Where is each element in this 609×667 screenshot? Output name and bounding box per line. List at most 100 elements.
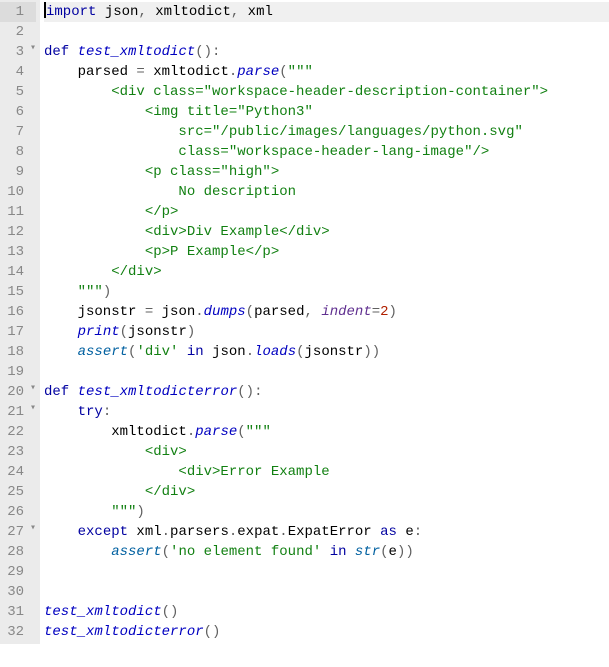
line-number: 2 [0, 22, 36, 42]
code-line[interactable]: <div class="workspace-header-description… [44, 82, 609, 102]
code-editor[interactable]: 123▾4567891011121314151617181920▾21▾2223… [0, 0, 609, 644]
code-line[interactable]: assert('div' in json.loads(jsonstr)) [44, 342, 609, 362]
token-builtin: str [355, 544, 380, 560]
code-line[interactable]: print(jsonstr) [44, 322, 609, 342]
token-op: ( [296, 344, 304, 360]
line-number: 28 [0, 542, 36, 562]
token-name: xml [128, 524, 162, 540]
code-line[interactable]: import json, xmltodict, xml [44, 2, 609, 22]
code-line[interactable]: def test_xmltodict(): [44, 42, 609, 62]
code-line[interactable]: <img title="Python3" [44, 102, 609, 122]
token-str: """ [288, 64, 313, 80]
code-line[interactable]: src="/public/images/languages/python.svg… [44, 122, 609, 142]
code-line[interactable]: """) [44, 282, 609, 302]
fold-open-icon[interactable]: ▾ [26, 384, 36, 394]
token-name: jsonstr [44, 304, 145, 320]
code-line[interactable] [44, 362, 609, 382]
code-area[interactable]: import json, xmltodict, xml def test_xmlt… [40, 0, 609, 644]
token-op: ) [389, 304, 397, 320]
code-line[interactable]: <div> [44, 442, 609, 462]
token-op: . [229, 524, 237, 540]
line-number: 14 [0, 262, 36, 282]
code-line[interactable]: xmltodict.parse(""" [44, 422, 609, 442]
code-line[interactable]: test_xmltodicterror() [44, 622, 609, 642]
token-name: json [96, 4, 138, 20]
line-number: 12 [0, 222, 36, 242]
token-kw: in [187, 344, 204, 360]
code-line[interactable]: parsed = xmltodict.parse(""" [44, 62, 609, 82]
token-str: </div> [44, 484, 195, 500]
token-str: <p class="high"> [44, 164, 279, 180]
fold-open-icon[interactable]: ▾ [26, 404, 36, 414]
line-number: 3▾ [0, 42, 36, 62]
line-number: 5 [0, 82, 36, 102]
token-name: parsed [44, 64, 136, 80]
token-op: = [372, 304, 380, 320]
line-number: 32 [0, 622, 36, 642]
token-str: """ [44, 504, 136, 520]
line-number: 13 [0, 242, 36, 262]
code-line[interactable]: No description [44, 182, 609, 202]
code-line[interactable]: try: [44, 402, 609, 422]
token-name: jsonstr [305, 344, 364, 360]
token-num: 2 [380, 304, 388, 320]
token-kw: as [380, 524, 397, 540]
token-name [321, 544, 329, 560]
code-line[interactable]: def test_xmltodicterror(): [44, 382, 609, 402]
code-line[interactable]: jsonstr = json.dumps(parsed, indent=2) [44, 302, 609, 322]
code-line[interactable]: test_xmltodict() [44, 602, 609, 622]
code-line[interactable]: """) [44, 502, 609, 522]
token-op: . [162, 524, 170, 540]
line-number: 31 [0, 602, 36, 622]
token-fn: parse [195, 424, 237, 440]
token-op: ( [162, 544, 170, 560]
code-line[interactable] [44, 22, 609, 42]
code-line[interactable]: </div> [44, 262, 609, 282]
token-fn: parse [237, 64, 279, 80]
token-name: parsed [254, 304, 304, 320]
line-number: 20▾ [0, 382, 36, 402]
line-number: 9 [0, 162, 36, 182]
token-op: ) [136, 504, 144, 520]
token-name: jsonstr [128, 324, 187, 340]
token-str: """ [44, 284, 103, 300]
token-str: <img title="Python3" [44, 104, 321, 120]
code-line[interactable]: <div>Div Example</div> [44, 222, 609, 242]
fold-open-icon[interactable]: ▾ [26, 524, 36, 534]
token-name: e [397, 524, 414, 540]
code-line[interactable] [44, 582, 609, 602]
token-kw: except [78, 524, 128, 540]
code-line[interactable]: except xml.parsers.expat.ExpatError as e… [44, 522, 609, 542]
token-op: (): [195, 44, 220, 60]
token-op: . [229, 64, 237, 80]
token-op: ( [237, 424, 245, 440]
code-line[interactable]: </p> [44, 202, 609, 222]
line-number: 23 [0, 442, 36, 462]
token-op: . [187, 424, 195, 440]
line-number: 18 [0, 342, 36, 362]
code-line[interactable]: assert('no element found' in str(e)) [44, 542, 609, 562]
token-name: json [204, 344, 246, 360]
line-number: 11 [0, 202, 36, 222]
fold-open-icon[interactable]: ▾ [26, 44, 36, 54]
token-kw: in [330, 544, 347, 560]
line-number: 26 [0, 502, 36, 522]
token-op: ( [279, 64, 287, 80]
token-name: xmltodict [44, 424, 187, 440]
token-name [178, 344, 186, 360]
code-line[interactable]: <div>Error Example [44, 462, 609, 482]
token-op: : [414, 524, 422, 540]
line-number: 6 [0, 102, 36, 122]
token-arg: indent [321, 304, 371, 320]
token-op: )) [397, 544, 414, 560]
token-kw: import [46, 4, 96, 20]
code-line[interactable] [44, 562, 609, 582]
token-name [44, 344, 78, 360]
code-line[interactable]: class="workspace-header-lang-image"/> [44, 142, 609, 162]
token-str: </p> [44, 204, 178, 220]
code-line[interactable]: <p class="high"> [44, 162, 609, 182]
token-name: ExpatError [288, 524, 380, 540]
code-line[interactable]: </div> [44, 482, 609, 502]
token-fn: test_xmltodict [78, 44, 196, 60]
code-line[interactable]: <p>P Example</p> [44, 242, 609, 262]
